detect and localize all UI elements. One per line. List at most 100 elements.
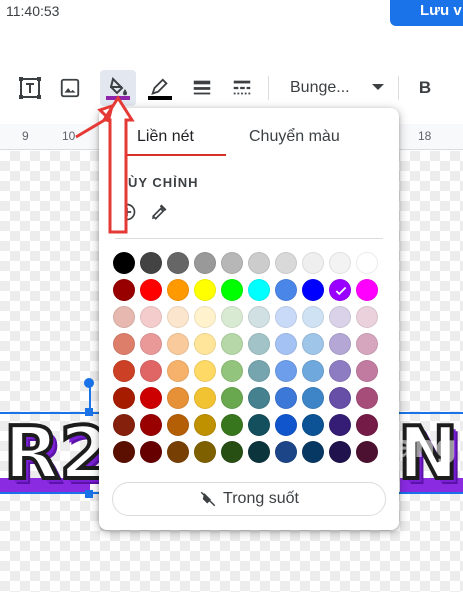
color-swatch[interactable] xyxy=(194,279,216,301)
fill-color-button[interactable] xyxy=(100,70,136,106)
custom-heading: TÙY CHỈNH xyxy=(119,175,199,190)
color-swatch[interactable] xyxy=(221,306,243,328)
color-swatch[interactable] xyxy=(356,252,378,274)
color-swatch[interactable] xyxy=(275,306,297,328)
color-swatch[interactable] xyxy=(329,360,351,382)
color-swatch[interactable] xyxy=(221,360,243,382)
color-swatch[interactable] xyxy=(167,360,189,382)
color-swatch[interactable] xyxy=(113,387,135,409)
color-swatch[interactable] xyxy=(248,333,270,355)
color-swatch[interactable] xyxy=(113,360,135,382)
color-swatch[interactable] xyxy=(329,441,351,463)
color-swatch[interactable] xyxy=(356,360,378,382)
color-swatch[interactable] xyxy=(194,360,216,382)
color-swatch[interactable] xyxy=(302,279,324,301)
color-swatch[interactable] xyxy=(275,441,297,463)
color-swatch[interactable] xyxy=(356,279,378,301)
color-swatch[interactable] xyxy=(302,306,324,328)
color-swatch[interactable] xyxy=(194,414,216,436)
color-swatch[interactable] xyxy=(140,279,162,301)
resize-handle[interactable] xyxy=(85,490,93,498)
color-swatch[interactable] xyxy=(113,279,135,301)
border-weight-button[interactable] xyxy=(184,70,220,106)
tab-gradient[interactable]: Chuyển màu xyxy=(249,128,340,146)
color-swatch[interactable] xyxy=(221,333,243,355)
chevron-down-icon xyxy=(372,84,384,90)
eyedropper-icon[interactable] xyxy=(147,200,171,224)
color-swatch[interactable] xyxy=(275,279,297,301)
color-swatch[interactable] xyxy=(302,414,324,436)
font-dropdown[interactable]: Bunge... xyxy=(280,70,390,106)
toolbar-divider xyxy=(268,76,269,100)
color-swatch[interactable] xyxy=(140,306,162,328)
color-swatch[interactable] xyxy=(221,279,243,301)
add-circle-icon[interactable] xyxy=(115,200,139,224)
color-swatch[interactable] xyxy=(275,333,297,355)
color-swatch[interactable] xyxy=(194,441,216,463)
border-color-button[interactable] xyxy=(142,70,178,106)
color-swatch[interactable] xyxy=(194,333,216,355)
color-swatch[interactable] xyxy=(356,333,378,355)
color-swatch[interactable] xyxy=(140,252,162,274)
color-swatch[interactable] xyxy=(248,252,270,274)
color-swatch[interactable] xyxy=(140,441,162,463)
image-button[interactable] xyxy=(52,70,88,106)
color-swatch[interactable] xyxy=(329,306,351,328)
color-swatch[interactable] xyxy=(248,441,270,463)
color-swatch[interactable] xyxy=(248,414,270,436)
color-swatch[interactable] xyxy=(329,387,351,409)
color-swatch[interactable] xyxy=(221,252,243,274)
resize-handle[interactable] xyxy=(85,408,93,416)
color-swatch[interactable] xyxy=(275,414,297,436)
color-swatch[interactable] xyxy=(248,306,270,328)
color-swatch[interactable] xyxy=(167,252,189,274)
color-swatch[interactable] xyxy=(302,441,324,463)
color-swatch[interactable] xyxy=(167,441,189,463)
color-swatch[interactable] xyxy=(140,414,162,436)
tab-solid[interactable]: Liền nét xyxy=(137,128,194,146)
color-swatch[interactable] xyxy=(113,414,135,436)
color-swatch[interactable] xyxy=(275,387,297,409)
save-button[interactable]: Lưu v xyxy=(390,0,463,26)
color-swatch[interactable] xyxy=(194,306,216,328)
color-swatch[interactable] xyxy=(194,252,216,274)
color-swatch[interactable] xyxy=(140,360,162,382)
text-box-button[interactable] xyxy=(12,70,48,106)
color-swatch[interactable] xyxy=(356,441,378,463)
color-swatch[interactable] xyxy=(167,279,189,301)
color-swatch[interactable] xyxy=(302,333,324,355)
color-swatch[interactable] xyxy=(221,441,243,463)
color-swatch[interactable] xyxy=(356,414,378,436)
color-swatch[interactable] xyxy=(140,333,162,355)
color-swatch[interactable] xyxy=(113,441,135,463)
color-swatch[interactable] xyxy=(167,306,189,328)
color-swatch[interactable] xyxy=(248,279,270,301)
color-swatch[interactable] xyxy=(167,333,189,355)
color-swatch[interactable] xyxy=(329,414,351,436)
color-swatch[interactable] xyxy=(329,333,351,355)
color-swatch[interactable] xyxy=(302,387,324,409)
color-swatch[interactable] xyxy=(167,414,189,436)
color-swatch[interactable] xyxy=(329,279,351,301)
border-dash-button[interactable] xyxy=(224,70,260,106)
color-swatch[interactable] xyxy=(302,360,324,382)
transparent-button[interactable]: Trong suốt xyxy=(112,482,386,516)
bold-button[interactable]: B xyxy=(410,70,440,106)
color-swatch[interactable] xyxy=(302,252,324,274)
color-swatch[interactable] xyxy=(113,333,135,355)
rotation-handle[interactable] xyxy=(84,378,94,388)
color-swatch[interactable] xyxy=(329,252,351,274)
color-swatch[interactable] xyxy=(221,387,243,409)
color-swatch[interactable] xyxy=(113,252,135,274)
color-swatch[interactable] xyxy=(356,387,378,409)
color-swatch[interactable] xyxy=(167,387,189,409)
color-swatch[interactable] xyxy=(275,252,297,274)
color-swatch[interactable] xyxy=(221,414,243,436)
color-swatch[interactable] xyxy=(194,387,216,409)
color-swatch[interactable] xyxy=(113,306,135,328)
color-swatch[interactable] xyxy=(140,387,162,409)
color-swatch[interactable] xyxy=(248,360,270,382)
color-swatch[interactable] xyxy=(248,387,270,409)
color-swatch[interactable] xyxy=(356,306,378,328)
color-swatch[interactable] xyxy=(275,360,297,382)
